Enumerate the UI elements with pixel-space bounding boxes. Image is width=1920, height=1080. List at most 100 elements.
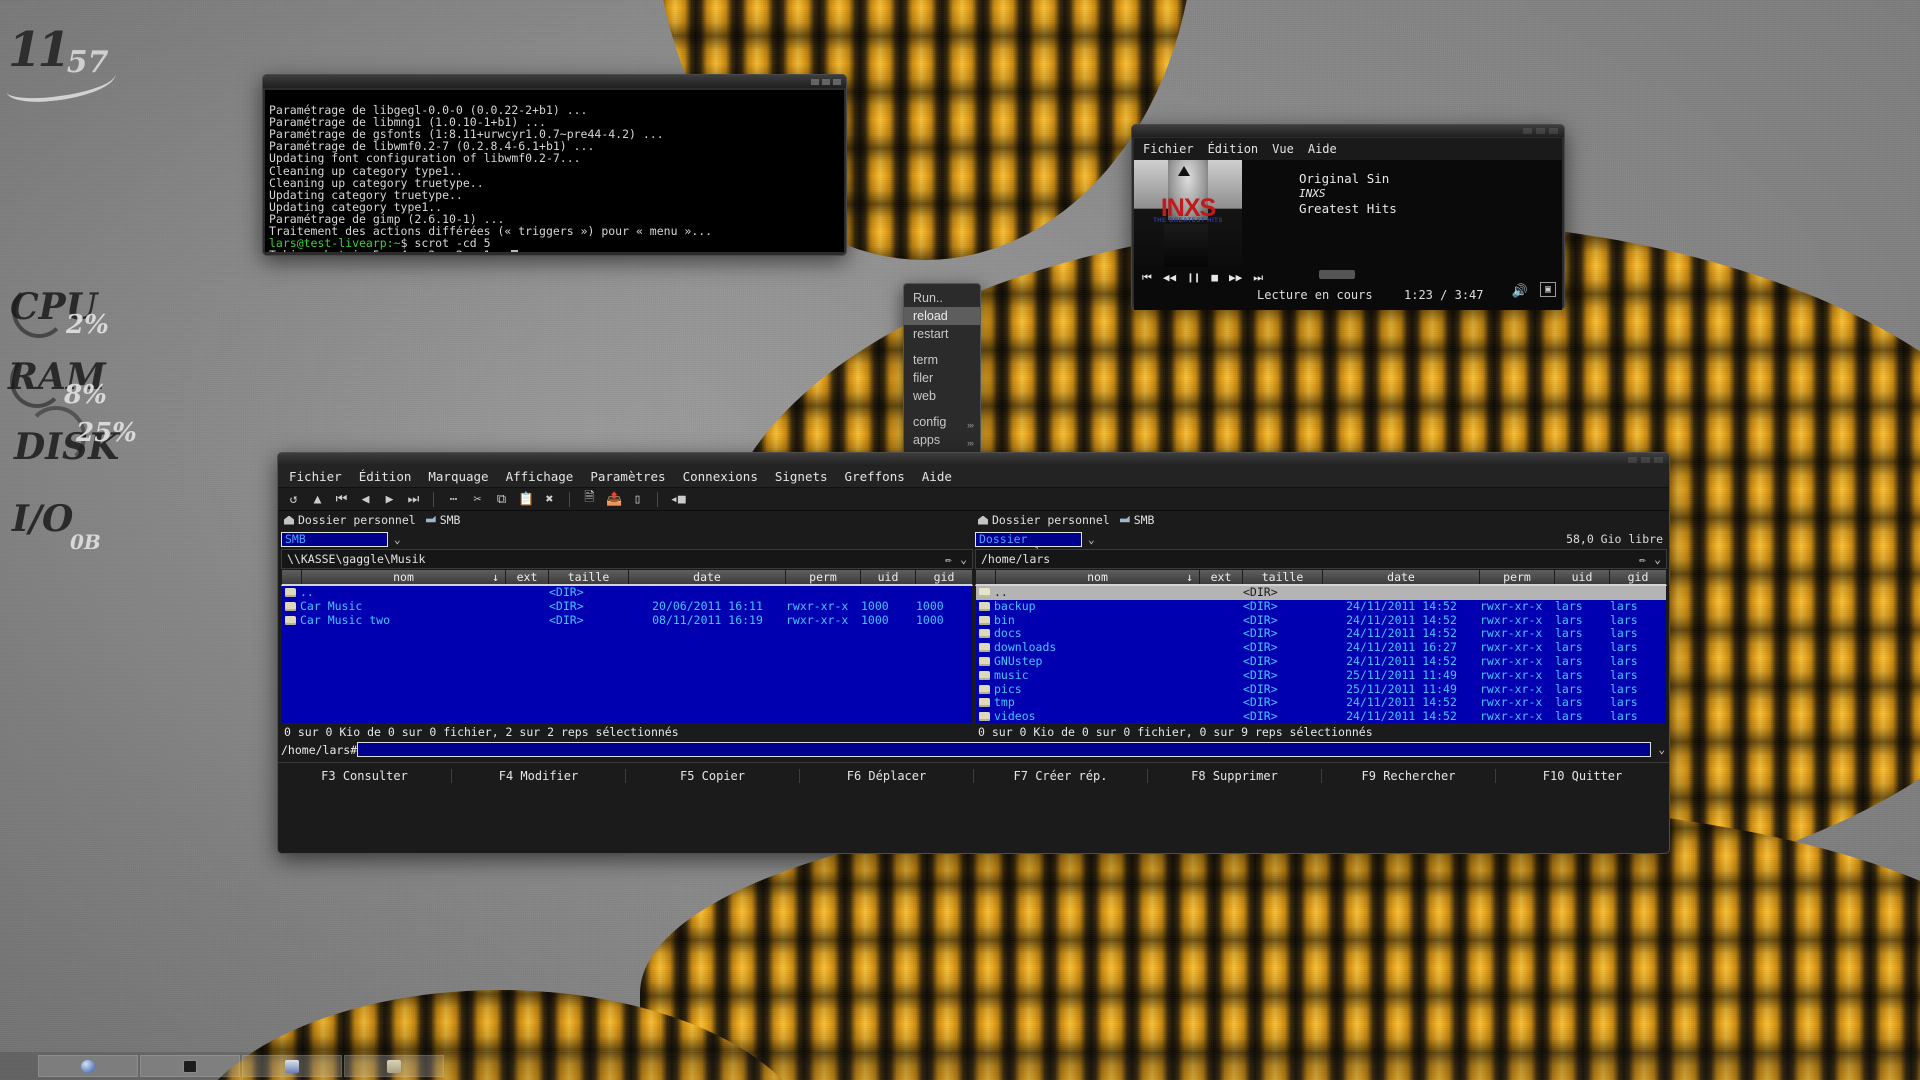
back-icon[interactable]: ◀ (358, 492, 373, 507)
menu-marquage[interactable]: Marquage (428, 469, 488, 484)
fullscreen-icon[interactable]: ▣ (1540, 282, 1556, 297)
speaker-icon[interactable]: 🔊 (1512, 284, 1528, 299)
seek-slider[interactable] (1319, 270, 1355, 279)
pencil-icon[interactable]: ✏ (1639, 552, 1646, 566)
fast-forward-icon[interactable]: ▶▶ (1229, 272, 1242, 284)
col-icon[interactable] (976, 570, 996, 584)
chevron-down-icon[interactable]: ⌄ (1088, 533, 1095, 546)
player-titlebar[interactable] (1132, 125, 1564, 137)
close-icon[interactable] (1654, 456, 1663, 463)
file-manager-titlebar[interactable] (278, 453, 1669, 466)
media-player-window[interactable]: Fichier Édition Vue Aide INXS THE GREATE… (1131, 124, 1565, 310)
taskbar-item-media[interactable] (242, 1055, 342, 1077)
fn-key-f4[interactable]: F4 Modifier (452, 768, 626, 783)
col-date[interactable]: date (629, 570, 786, 584)
menu-item-reload[interactable]: reload (904, 307, 980, 325)
cut-icon[interactable]: ✂ (470, 492, 485, 507)
menu-parametres[interactable]: Paramètres (590, 469, 665, 484)
chevron-down-icon[interactable]: ⌄ (960, 552, 967, 566)
col-gid[interactable]: gid (1610, 570, 1666, 584)
edit-icon[interactable]: 🗎 (582, 488, 597, 510)
player-menu-vue[interactable]: Vue (1272, 142, 1294, 156)
forward-icon[interactable]: ▶ (382, 492, 397, 507)
table-row[interactable]: backup <DIR> 24/11/2011 14:52 rwxr-xr-x lars… (976, 600, 1666, 614)
menu-item-run[interactable]: Run.. (904, 289, 980, 307)
chevron-down-icon[interactable]: ⌄ (1651, 743, 1665, 756)
left-drive-select[interactable]: SMB (281, 531, 388, 547)
up-icon[interactable]: ▲ (310, 492, 325, 507)
copy-icon[interactable]: ⧉ (494, 492, 509, 507)
minimize-icon[interactable] (1628, 456, 1637, 463)
close-icon[interactable] (1549, 128, 1558, 134)
right-drive-select[interactable]: Dossier personnel (975, 531, 1082, 558)
previous-track-icon[interactable]: ⏮ (1142, 272, 1152, 284)
table-row[interactable]: Car Music <DIR> 20/06/2011 16:11 rwxr-xr… (282, 600, 972, 614)
undo-icon[interactable]: ↺ (286, 492, 301, 507)
menu-connexions[interactable]: Connexions (683, 469, 758, 484)
select-icon[interactable]: ⋯ (446, 492, 461, 507)
table-row[interactable]: bin <DIR> 24/11/2011 14:52 rwxr-xr-x lars lar… (976, 614, 1666, 628)
menu-greffons[interactable]: Greffons (845, 469, 905, 484)
fn-key-f10[interactable]: F10 Quitter (1496, 769, 1669, 783)
pause-icon[interactable]: ❙❙ (1187, 272, 1200, 284)
maximize-icon[interactable] (1641, 456, 1650, 463)
fn-key-f6[interactable]: F6 Déplacer (800, 768, 974, 783)
left-path-bar[interactable]: \\KASSE\gaggle\Musik ✏ ⌄ (281, 549, 973, 569)
left-tab-home[interactable]: Dossier personnel (284, 513, 416, 527)
terminal-output[interactable]: Paramétrage de libgegl-0.0-0 (0.0.22-2+b… (265, 90, 844, 252)
left-file-list[interactable]: .. <DIR> Car Music <DIR> 20/06/2011 16:1… (281, 586, 973, 724)
col-taille[interactable]: taille (549, 570, 629, 584)
menu-item-term[interactable]: term (904, 351, 980, 369)
col-perm[interactable]: perm (1480, 570, 1555, 584)
col-date[interactable]: date (1323, 570, 1480, 584)
table-row[interactable]: GNUstep <DIR> 24/11/2011 14:52 rwxr-xr-x lar… (976, 655, 1666, 669)
rewind-icon[interactable]: ◀◀ (1163, 272, 1176, 284)
taskbar-item-browser[interactable] (38, 1055, 138, 1077)
menu-item-web[interactable]: web (904, 387, 980, 405)
col-uid[interactable]: uid (1555, 570, 1610, 584)
maximize-icon[interactable] (822, 78, 830, 85)
next-track-icon[interactable]: ⏭ (1253, 272, 1263, 284)
right-path-bar[interactable]: /home/lars ✏ ⌄ (975, 549, 1667, 569)
minimize-icon[interactable] (1523, 128, 1532, 134)
file-manager-window[interactable]: Fichier Édition Marquage Affichage Param… (277, 452, 1670, 854)
taskbar-item-document[interactable] (344, 1055, 444, 1077)
table-row[interactable]: downloads <DIR> 24/11/2011 16:27 rwxr-xr-x l… (976, 641, 1666, 655)
terminal-icon[interactable]: ▯ (630, 492, 645, 507)
col-ext[interactable]: ext (1200, 570, 1243, 584)
player-menu-edition[interactable]: Édition (1208, 142, 1259, 156)
terminal-titlebar[interactable] (263, 75, 846, 88)
table-row[interactable]: tmp <DIR> 24/11/2011 14:52 rwxr-xr-x lars lar… (976, 696, 1666, 710)
table-row[interactable]: music <DIR> 25/11/2011 11:49 rwxr-xr-x lars l… (976, 669, 1666, 683)
table-row[interactable]: docs <DIR> 24/11/2011 14:52 rwxr-xr-x lars la… (976, 627, 1666, 641)
fn-key-f8[interactable]: F8 Supprimer (1148, 768, 1322, 783)
right-tab-home[interactable]: Dossier personnel (978, 513, 1110, 527)
stop-icon[interactable]: ■ (1211, 272, 1218, 284)
last-icon[interactable]: ⏭ (406, 492, 421, 507)
col-nom[interactable]: nom ↓ (302, 570, 506, 584)
col-perm[interactable]: perm (786, 570, 861, 584)
menu-item-config[interactable]: config ››› (904, 413, 980, 431)
table-row[interactable]: Car Music two <DIR> 08/11/2011 16:19 rwx… (282, 614, 972, 628)
player-menu-fichier[interactable]: Fichier (1143, 142, 1194, 156)
left-tab-smb[interactable]: SMB (425, 513, 460, 527)
table-row[interactable]: pics <DIR> 25/11/2011 11:49 rwxr-xr-x lars la… (976, 683, 1666, 697)
fn-key-f3[interactable]: F3 Consulter (278, 768, 452, 783)
chevron-down-icon[interactable]: ⌄ (394, 533, 401, 546)
table-row[interactable]: .. <DIR> (976, 586, 1666, 600)
table-row[interactable]: .. <DIR> (282, 586, 972, 600)
right-file-list[interactable]: .. <DIR> backup <DIR> 24/11/2011 14:52 rwxr-x… (975, 586, 1667, 724)
minimize-icon[interactable] (811, 78, 819, 85)
close-icon[interactable] (833, 78, 841, 85)
col-icon[interactable] (282, 570, 302, 584)
menu-aide[interactable]: Aide (922, 469, 952, 484)
pencil-icon[interactable]: ✏ (945, 552, 952, 566)
player-menu-aide[interactable]: Aide (1308, 142, 1337, 156)
menu-fichier[interactable]: Fichier (289, 469, 342, 484)
menu-item-filer[interactable]: filer (904, 369, 980, 387)
col-nom[interactable]: nom ↓ (996, 570, 1200, 584)
menu-edition[interactable]: Édition (359, 469, 412, 484)
table-row[interactable]: videos <DIR> 24/11/2011 14:52 rwxr-xr-x lars… (976, 710, 1666, 723)
fn-key-f5[interactable]: F5 Copier (626, 768, 800, 783)
col-gid[interactable]: gid (916, 570, 972, 584)
